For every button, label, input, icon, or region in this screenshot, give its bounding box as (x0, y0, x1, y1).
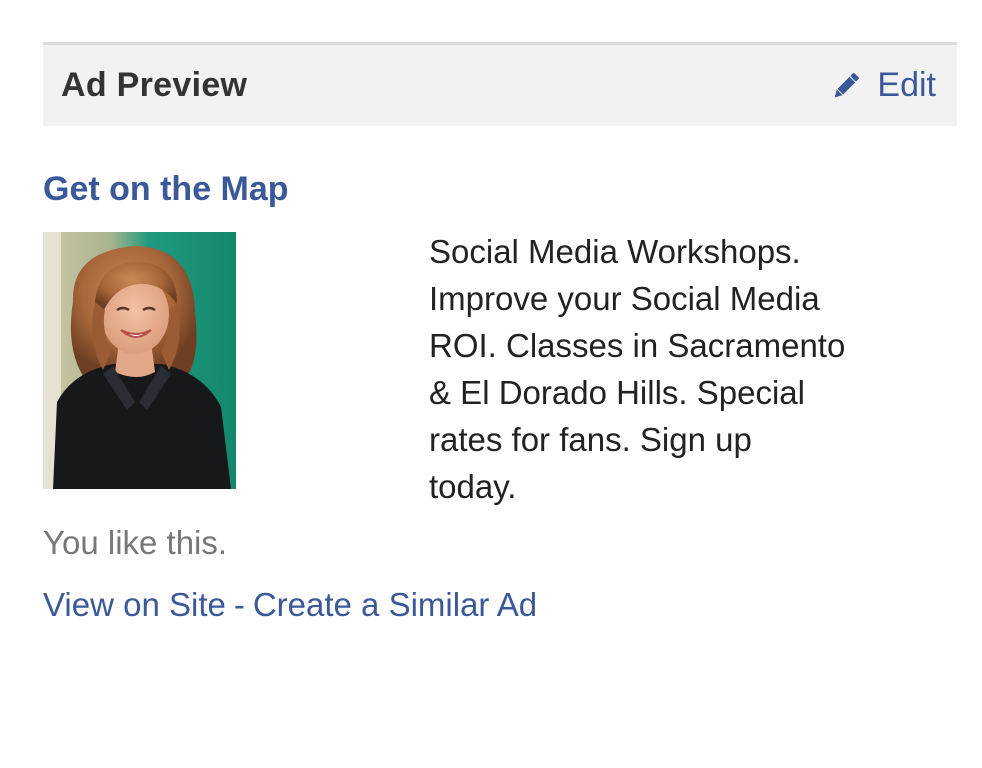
link-separator: - (233, 586, 245, 623)
ad-body-line: ROI. Classes in Sacramento (429, 327, 846, 364)
view-on-site-link[interactable]: View on Site (43, 586, 226, 623)
ad-body-line: Improve your Social Media (429, 280, 820, 317)
edit-link[interactable]: Edit (829, 66, 936, 105)
ad-image[interactable] (43, 232, 236, 489)
ad-preview-title: Ad Preview (61, 66, 248, 104)
ad-body-line: Social Media Workshops. (429, 233, 801, 270)
ad-title-link[interactable]: Get on the Map (43, 170, 289, 209)
ad-footer-links: View on Site - Create a Similar Ad (43, 586, 537, 624)
ad-body-line: & El Dorado Hills. Special (429, 374, 805, 411)
ad-preview-header: Ad Preview Edit (43, 42, 957, 126)
ad-body-line: rates for fans. Sign up (429, 421, 752, 458)
ad-photo-portrait (43, 232, 236, 489)
social-context: You like this. (43, 524, 228, 561)
ad-body-line: today. (429, 468, 517, 505)
ad-body-text: Social Media Workshops. Improve your Soc… (429, 228, 949, 510)
pencil-icon (829, 69, 863, 103)
edit-label[interactable]: Edit (877, 66, 936, 105)
create-similar-ad-link[interactable]: Create a Similar Ad (253, 586, 537, 623)
ad-preview-panel: Ad Preview Edit Get on the Map Social Me… (43, 42, 957, 623)
